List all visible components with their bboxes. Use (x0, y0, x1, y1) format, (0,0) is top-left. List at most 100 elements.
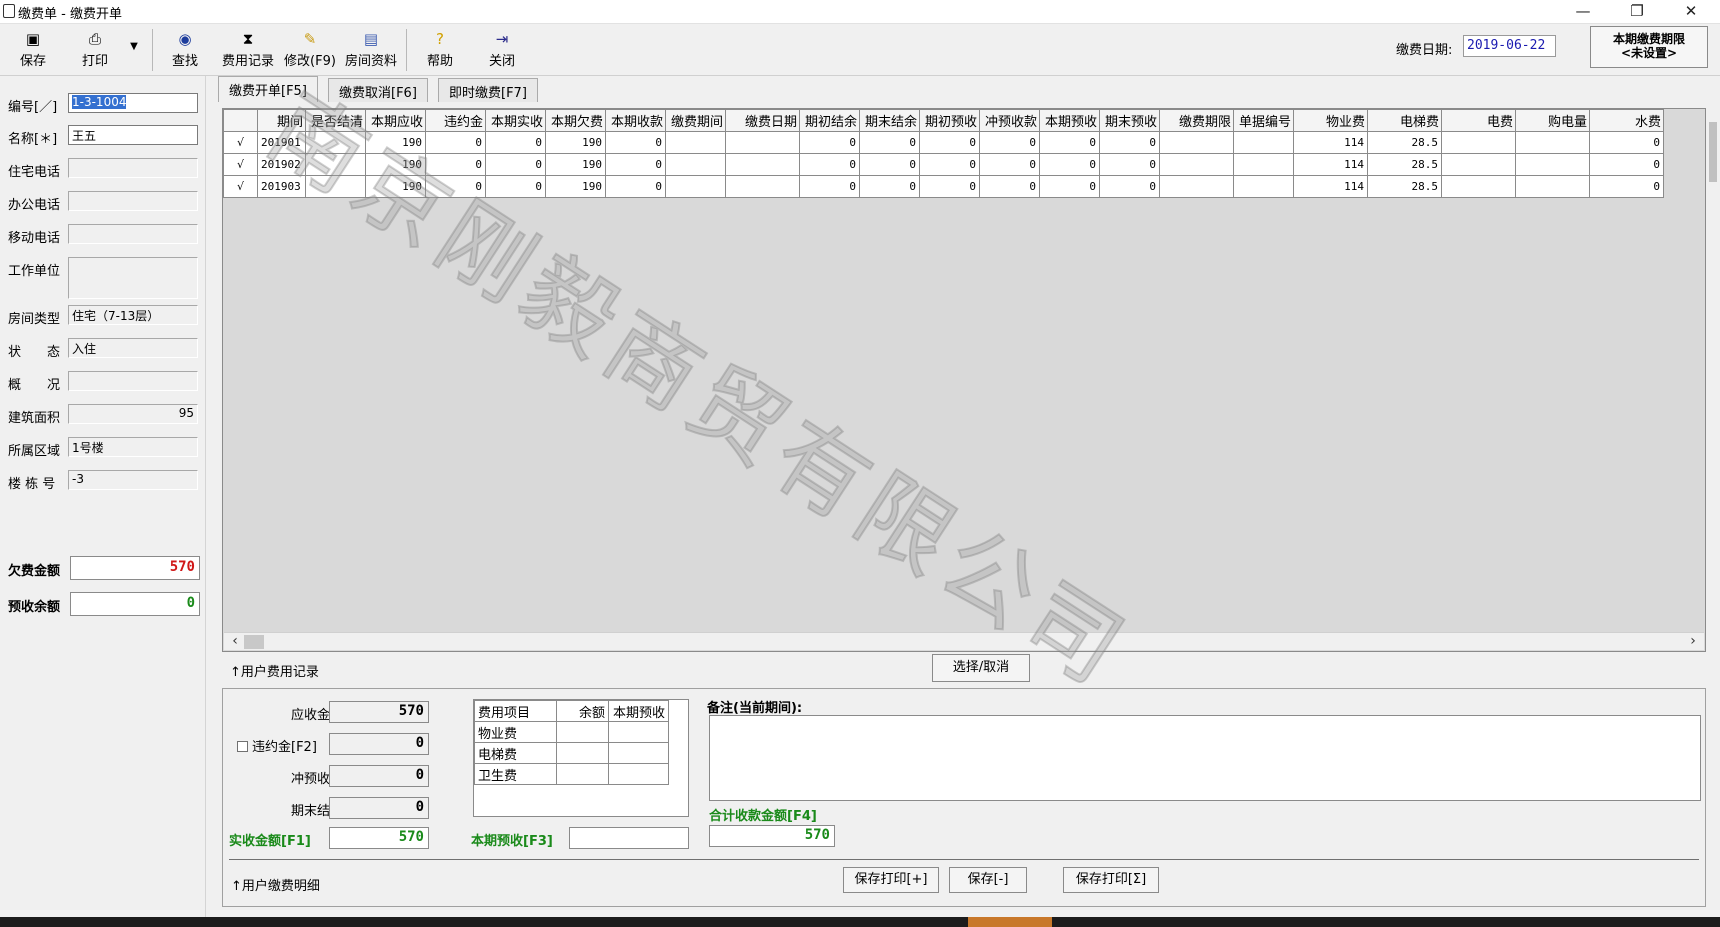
fee-grid: 期间 是否结清 本期应收 违约金 本期实收 本期欠费 本期收款 缴费期间 缴费日… (222, 108, 1706, 652)
records-icon: ⧗ (242, 30, 254, 48)
table-cell: 0 (485, 131, 546, 154)
col-header-closing-prepaid[interactable]: 期末预收 (1099, 109, 1160, 132)
col-header-power-purchase[interactable]: 购电量 (1515, 109, 1590, 132)
fee-item-row[interactable]: 卫生费 (474, 763, 669, 785)
col-header-collected[interactable]: 本期收款 (605, 109, 666, 132)
restore-button[interactable]: ❐ (1614, 0, 1660, 24)
col-header-closing-balance[interactable]: 期末结余 (859, 109, 920, 132)
tab-cancel-payment[interactable]: 缴费取消[F6] (328, 78, 428, 102)
table-cell (1515, 131, 1590, 154)
col-header[interactable] (223, 109, 258, 132)
fee-table-header-item: 费用项目 (474, 700, 557, 722)
fee-item-row[interactable]: 物业费 (474, 721, 669, 743)
row-check-cell[interactable]: √ (223, 153, 258, 176)
table-cell: 0 (919, 131, 980, 154)
mobile-phone-label: 移动电话 (8, 231, 61, 246)
col-header-receipt-no[interactable]: 单据编号 (1233, 109, 1294, 132)
select-cancel-button[interactable]: 选择/取消 (932, 654, 1030, 682)
table-cell: 190 (365, 153, 426, 176)
room-info-icon: ▤ (363, 30, 379, 48)
current-prepaid-label: 本期预收[F3] (471, 834, 553, 849)
col-header-current-prepaid[interactable]: 本期预收 (1039, 109, 1100, 132)
tab-billing[interactable]: 缴费开单[F5] (218, 76, 318, 102)
period-limit-button[interactable]: 本期缴费期限 <未设置> (1590, 26, 1708, 68)
vertical-scrollbar[interactable] (1708, 108, 1720, 652)
horizontal-scrollbar[interactable]: ‹ › (224, 632, 1704, 650)
col-header-water-fee[interactable]: 水费 (1589, 109, 1664, 132)
col-header-elevator-fee[interactable]: 电梯费 (1367, 109, 1442, 132)
table-cell (1233, 131, 1294, 154)
help-toolbar-button[interactable]: ? 帮助 (420, 28, 460, 72)
col-header-pay-deadline[interactable]: 缴费期限 (1159, 109, 1234, 132)
close-toolbar-button[interactable]: ⇥ 关闭 (482, 28, 522, 72)
status-label: 状 态 (8, 345, 61, 360)
save-print-sigma-button[interactable]: 保存打印[Σ] (1063, 867, 1159, 893)
total-collected-label: 合计收款金额[F4] (709, 809, 817, 824)
table-cell (305, 153, 366, 176)
col-header-arrears[interactable]: 本期欠费 (545, 109, 606, 132)
row-check-cell[interactable]: √ (223, 131, 258, 154)
col-header-actual-received[interactable]: 本期实收 (485, 109, 546, 132)
scroll-thumb[interactable] (244, 635, 264, 649)
col-header-electricity-fee[interactable]: 电费 (1441, 109, 1516, 132)
close-window-button[interactable]: ✕ (1668, 0, 1714, 24)
table-row[interactable]: √ 201902 190 0 0 190 0 0 0 0 0 0 0 114 28.5 0 (223, 153, 1664, 176)
penalty-checkbox[interactable] (237, 741, 248, 752)
payment-panel: 应收金额 570 违约金[F2] 0 冲预收款 0 期末结余 0 实收金额[F1… (222, 688, 1706, 907)
remark-textarea[interactable] (709, 715, 1701, 801)
table-cell (725, 131, 800, 154)
save-toolbar-button[interactable]: ▣ 保存 (10, 28, 56, 72)
col-header-penalty[interactable]: 违约金 (425, 109, 486, 132)
save-print-plus-button[interactable]: 保存打印[+] (843, 867, 939, 893)
app-icon (3, 4, 15, 18)
name-input[interactable]: 王五 (68, 125, 198, 145)
tab-instant-payment[interactable]: 即时缴费[F7] (438, 78, 538, 102)
printer-icon: ⎙ (88, 30, 101, 48)
table-cell (1159, 131, 1234, 154)
actual-received-input[interactable]: 570 (329, 827, 429, 849)
scroll-left-icon[interactable]: ‹ (226, 633, 244, 651)
period-limit-title: 本期缴费期限 (1612, 32, 1685, 46)
code-input[interactable]: 1-3-1004 (68, 93, 198, 113)
fee-history-link[interactable]: ↑用户费用记录 (230, 661, 319, 680)
pay-date-input[interactable]: 2019-06-22 (1463, 35, 1556, 57)
find-toolbar-button[interactable]: ◉ 查找 (162, 28, 208, 72)
col-header-receivable[interactable]: 本期应收 (365, 109, 426, 132)
room-info-toolbar-button[interactable]: ▤ 房间资料 (340, 28, 402, 72)
table-cell (1159, 153, 1234, 176)
col-header-pay-date[interactable]: 缴费日期 (725, 109, 800, 132)
row-check-cell[interactable]: √ (223, 175, 258, 198)
vertical-scroll-thumb[interactable] (1709, 122, 1717, 182)
col-header-settled[interactable]: 是否结清 (305, 109, 366, 132)
print-toolbar-button[interactable]: ⎙ 打印 (70, 28, 120, 72)
table-row[interactable]: √ 201901 190 0 0 190 0 0 0 0 0 0 0 114 28.5 0 (223, 131, 1664, 154)
col-header-opening-balance[interactable]: 期初结余 (799, 109, 860, 132)
scroll-right-icon[interactable]: › (1684, 633, 1702, 651)
table-cell: 0 (425, 153, 486, 176)
table-cell: 0 (1039, 175, 1100, 198)
fee-records-toolbar-button[interactable]: ⧗ 费用记录 (216, 28, 280, 72)
table-cell: 114 (1293, 131, 1368, 154)
current-prepaid-input[interactable] (569, 827, 689, 849)
table-cell: 0 (979, 131, 1040, 154)
col-header-property-fee[interactable]: 物业费 (1293, 109, 1368, 132)
save-minus-button[interactable]: 保存[-] (949, 867, 1027, 893)
fee-items-table: 费用项目 余额 本期预收 物业费 电梯费 卫生费 (473, 699, 689, 817)
minimize-button[interactable]: — (1560, 0, 1606, 24)
binoculars-icon: ◉ (178, 30, 192, 48)
col-header-pay-period[interactable]: 缴费期间 (665, 109, 726, 132)
payment-detail-link[interactable]: ↑用户缴费明细 (231, 875, 320, 894)
table-cell (665, 175, 726, 198)
col-header-offset-prepaid[interactable]: 冲预收款 (979, 109, 1040, 132)
table-cell (1441, 153, 1516, 176)
table-row[interactable]: √ 201903 190 0 0 190 0 0 0 0 0 0 0 114 28.5 0 (223, 175, 1664, 198)
fee-item-row[interactable]: 电梯费 (474, 742, 669, 764)
penalty-checkbox-row[interactable]: 违约金[F2] (237, 736, 343, 755)
col-header-opening-prepaid[interactable]: 期初预收 (919, 109, 980, 132)
table-cell: 28.5 (1367, 153, 1442, 176)
fee-table-header-balance: 余额 (556, 700, 609, 722)
table-cell: 201903 (257, 175, 306, 198)
receivable-value: 570 (329, 701, 429, 723)
edit-toolbar-button[interactable]: ✎ 修改(F9) (282, 28, 338, 72)
col-header-period[interactable]: 期间 (257, 109, 306, 132)
